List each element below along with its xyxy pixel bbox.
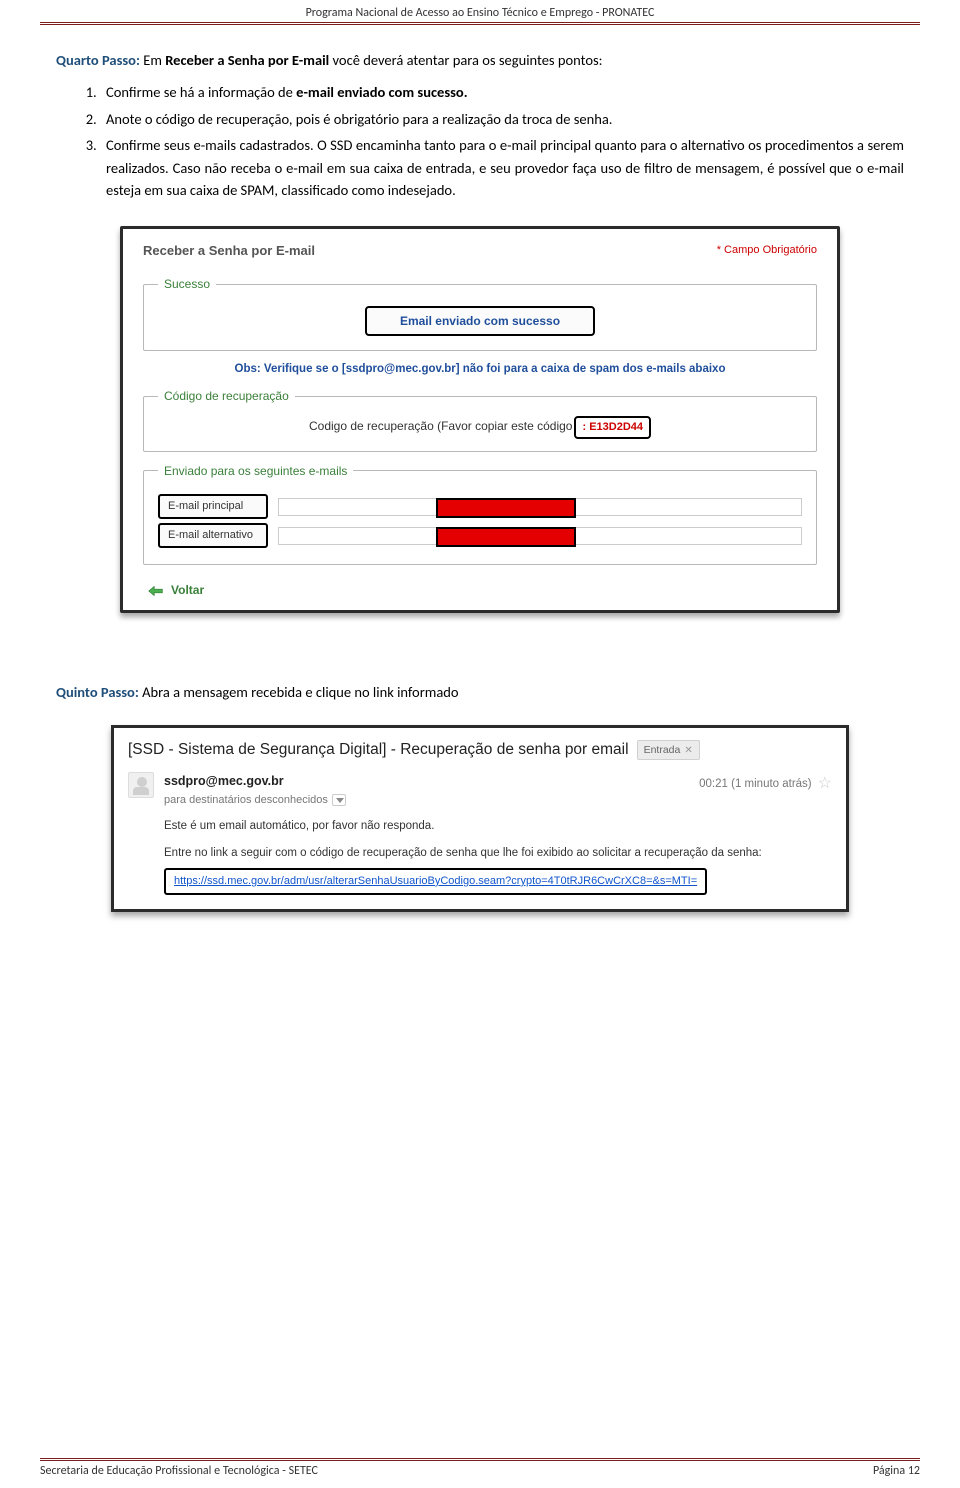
success-message: Email enviado com sucesso (400, 314, 560, 328)
mail-subject: [SSD - Sistema de Segurança Digital] - R… (128, 738, 629, 762)
redacted-block (436, 527, 576, 547)
star-icon[interactable]: ☆ (818, 772, 832, 797)
mail-time: 00:21 (1 minuto atrás) (699, 776, 812, 794)
required-field-note: * Campo Obrigatório (717, 242, 817, 259)
mail-from-row: ssdpro@mec.gov.br para destinatários des… (128, 772, 832, 808)
redacted-block (436, 498, 576, 518)
list-item: Confirme seus e-mails cadastrados. O SSD… (100, 134, 904, 201)
email-row-principal: E-mail principal (158, 494, 802, 519)
footer-left: Secretaria de Educação Profissional e Te… (40, 1464, 318, 1478)
step4-intro-after: você deverá atentar para os seguintes po… (329, 51, 602, 69)
mail-body-line1: Este é um email automático, por favor nã… (164, 817, 832, 837)
panel1-title: Receber a Senha por E-mail (143, 241, 315, 261)
observation-text: Obs: Verifique se o [ssdpro@mec.gov.br] … (139, 361, 821, 379)
recovery-link[interactable]: https://ssd.mec.gov.br/adm/usr/alterarSe… (174, 875, 697, 887)
step4-intro-before: Em (140, 51, 165, 69)
item1-a: Confirme se há a informação de (106, 83, 296, 101)
recovery-link-box: https://ssd.mec.gov.br/adm/usr/alterarSe… (164, 868, 707, 896)
back-row[interactable]: Voltar (139, 575, 821, 600)
mail-to-row: para destinatários desconhecidos (164, 792, 689, 809)
code-line: Codigo de recuperação (Favor copiar este… (158, 416, 802, 439)
chevron-down-icon[interactable] (332, 794, 346, 806)
step5-heading: Quinto Passo: Abra a mensagem recebida e… (56, 681, 904, 703)
email-principal-label: E-mail principal (158, 494, 268, 519)
step4-label: Quarto Passo: (56, 51, 140, 69)
header-title: Programa Nacional de Acesso ao Ensino Té… (306, 6, 655, 20)
success-message-box: Email enviado com sucesso (365, 306, 595, 337)
legend-emails: Enviado para os seguintes e-mails (158, 462, 353, 481)
header-rule (40, 22, 920, 25)
mail-subject-row: [SSD - Sistema de Segurança Digital] - R… (128, 738, 832, 762)
inbox-chip[interactable]: Entrada ✕ (637, 740, 700, 760)
mail-body: Este é um email automático, por favor nã… (128, 809, 832, 896)
page-footer: Secretaria de Educação Profissional e Te… (0, 1458, 960, 1488)
fieldset-code: Código de recuperação Codigo de recupera… (143, 387, 817, 452)
mail-body-line2: Entre no link a seguir com o código de r… (164, 844, 832, 864)
footer-rule (40, 1458, 920, 1461)
item2: Anote o código de recuperação, pois é ob… (106, 110, 612, 128)
step5-label: Quinto Passo: (56, 683, 139, 701)
item1-b: e-mail enviado com sucesso. (296, 83, 467, 101)
step5-text: Abra a mensagem recebida e clique no lin… (139, 683, 459, 701)
close-icon[interactable]: ✕ (684, 743, 692, 759)
mail-from: ssdpro@mec.gov.br (164, 772, 689, 791)
email-row-alt: E-mail alternativo (158, 523, 802, 548)
footer-right: Página 12 (873, 1464, 920, 1478)
back-arrow-icon (147, 584, 165, 598)
step4-heading: Quarto Passo: Em Receber a Senha por E-m… (56, 49, 904, 71)
content-area: Quarto Passo: Em Receber a Senha por E-m… (0, 29, 960, 912)
list-item: Anote o código de recuperação, pois é ob… (100, 108, 904, 130)
email-principal-field (278, 498, 802, 516)
screenshot-panel-2: [SSD - Sistema de Segurança Digital] - R… (111, 725, 849, 912)
page-header: Programa Nacional de Acesso ao Ensino Té… (0, 0, 960, 22)
item3: Confirme seus e-mails cadastrados. O SSD… (106, 136, 904, 199)
email-alt-label: E-mail alternativo (158, 523, 268, 548)
recovery-code-box: : E13D2D44 (574, 416, 651, 439)
inbox-chip-label: Entrada (644, 742, 681, 758)
email-alt-field (278, 527, 802, 545)
mail-meta: ssdpro@mec.gov.br para destinatários des… (164, 772, 689, 808)
mail-time-row: 00:21 (1 minuto atrás) ☆ (699, 772, 832, 797)
step4-list: Confirme se há a informação de e-mail en… (56, 81, 904, 201)
mail-to-text: para destinatários desconhecidos (164, 792, 328, 809)
avatar (128, 772, 154, 798)
fieldset-emails: Enviado para os seguintes e-mails E-mail… (143, 462, 817, 566)
fieldset-success: Sucesso Email enviado com sucesso (143, 275, 817, 351)
back-label: Voltar (171, 581, 204, 600)
screenshot-panel-1: Receber a Senha por E-mail * Campo Obrig… (120, 226, 840, 613)
panel1-header: Receber a Senha por E-mail * Campo Obrig… (139, 241, 821, 267)
step4-intro-bold: Receber a Senha por E-mail (165, 51, 329, 69)
code-prefix: Codigo de recuperação (Favor copiar este… (309, 419, 572, 433)
legend-code: Código de recuperação (158, 387, 295, 406)
legend-success: Sucesso (158, 275, 216, 294)
list-item: Confirme se há a informação de e-mail en… (100, 81, 904, 103)
